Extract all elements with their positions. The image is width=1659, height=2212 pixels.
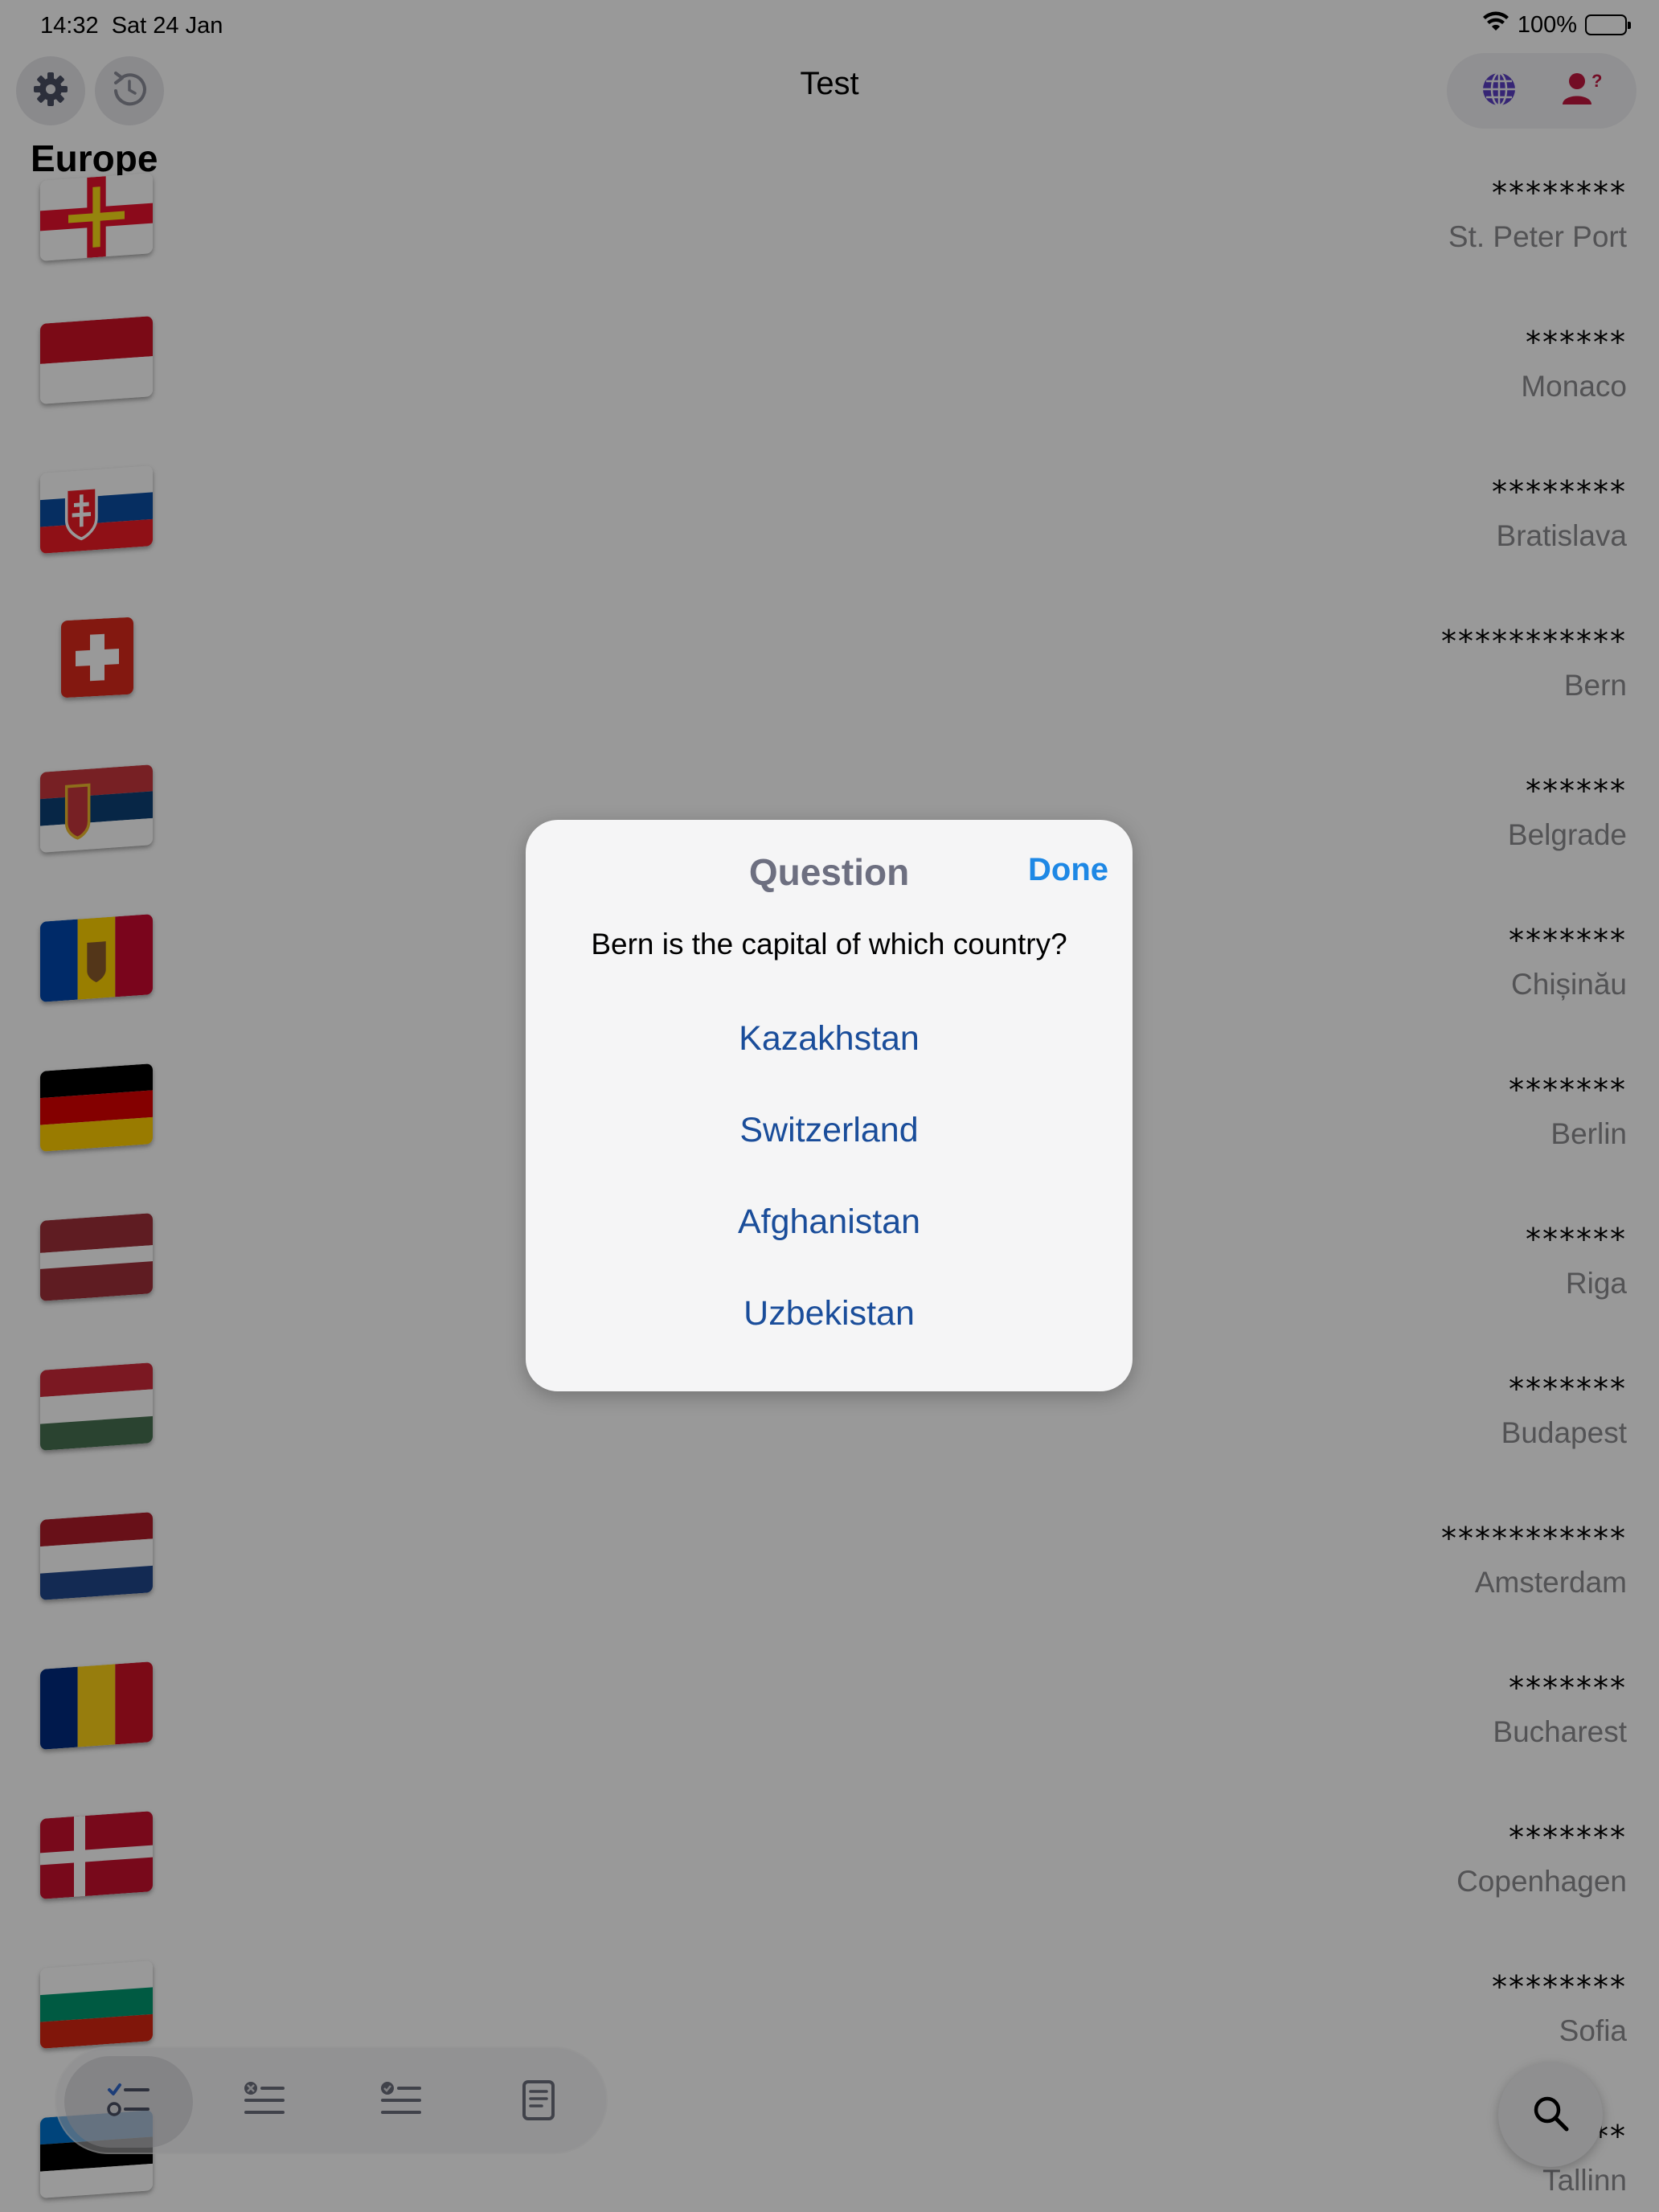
answer-option[interactable]: Uzbekistan: [526, 1294, 1133, 1333]
answer-option[interactable]: Kazakhstan: [526, 1019, 1133, 1059]
question-dialog: Question Done Bern is the capital of whi…: [526, 820, 1133, 1391]
done-button[interactable]: Done: [1028, 852, 1108, 888]
answer-option[interactable]: Switzerland: [526, 1111, 1133, 1150]
page: 14:32 Sat 24 Jan 100% Test ? Europe ****…: [0, 0, 1659, 2212]
answer-option[interactable]: Afghanistan: [526, 1202, 1133, 1242]
question-text: Bern is the capital of which country?: [591, 928, 1067, 961]
